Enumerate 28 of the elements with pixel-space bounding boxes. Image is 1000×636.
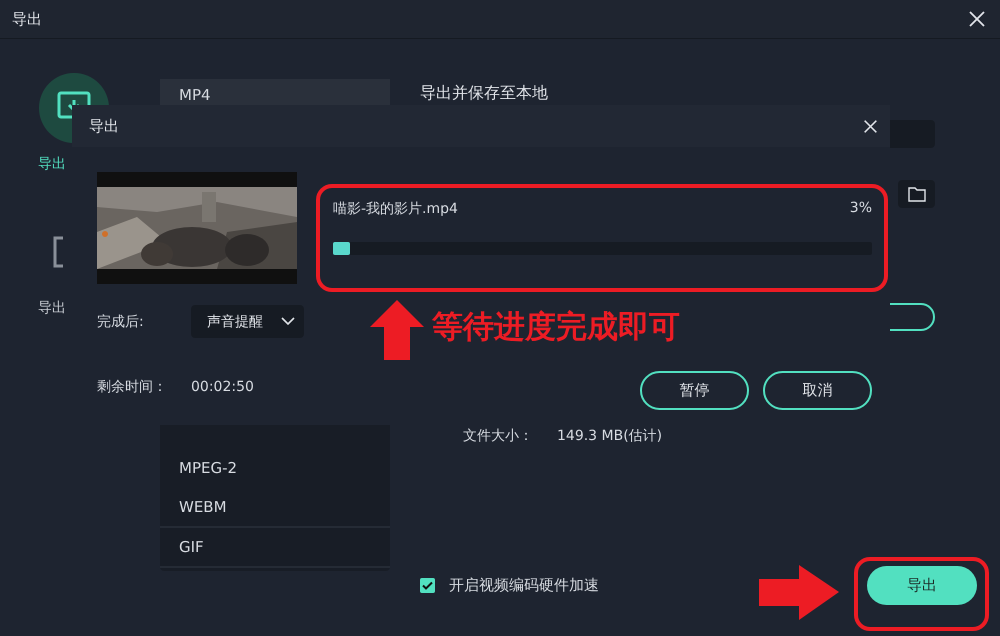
- remaining-time: 00:02:50: [191, 379, 254, 395]
- field-label: 完成后:: [97, 312, 145, 330]
- bracket-icon: [52, 236, 64, 268]
- checkbox-label: 开启视频编码硬件加速: [449, 576, 599, 595]
- export-button[interactable]: 导出: [867, 566, 977, 605]
- close-icon: [863, 118, 878, 134]
- arrow-up-drawing: [370, 300, 424, 360]
- cancel-button[interactable]: 取消: [763, 371, 872, 410]
- chevron-down-icon: [281, 317, 295, 326]
- folder-icon: [908, 186, 926, 202]
- folder-button[interactable]: [898, 180, 935, 208]
- sidebar-label: 导出: [38, 299, 66, 317]
- close-button[interactable]: [863, 118, 878, 134]
- close-button[interactable]: [968, 10, 986, 28]
- sidebar-label: 导出: [38, 155, 66, 173]
- field-label: 剩余时间：: [97, 378, 168, 396]
- annotation-text: 等待进度完成即可: [432, 308, 680, 347]
- file-size-value: 149.3 MB(估计): [557, 427, 662, 445]
- checkbox[interactable]: [420, 578, 435, 593]
- file-size-label: 文件大小：: [463, 427, 533, 445]
- dropdown[interactable]: 声音提醒: [191, 305, 304, 338]
- section-heading: 导出并保存至本地: [420, 83, 549, 104]
- dialog-title: 导出: [89, 116, 119, 136]
- progress-percent: 3%: [850, 200, 872, 218]
- close-icon: [968, 10, 986, 28]
- file-name: 喵影-我的影片.mp4: [333, 200, 458, 218]
- pause-button[interactable]: 暂停: [640, 371, 749, 410]
- window-title: 导出: [12, 10, 42, 28]
